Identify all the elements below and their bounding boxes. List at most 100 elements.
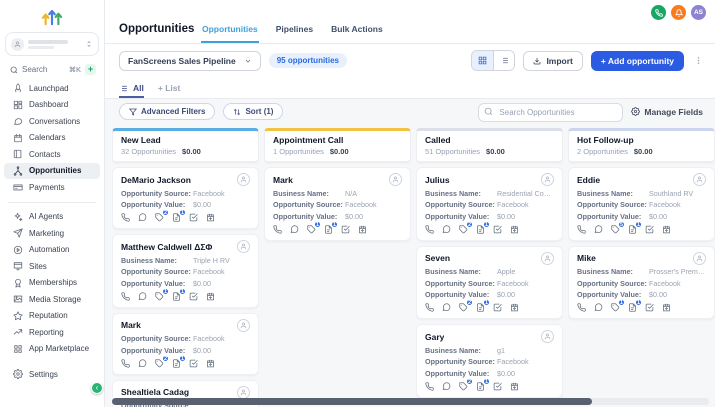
phone-icon[interactable] xyxy=(577,224,586,234)
column-header[interactable]: Called 51 Opportunities $0.00 xyxy=(416,128,563,162)
task-icon[interactable] xyxy=(645,303,654,312)
message-icon[interactable] xyxy=(442,381,451,391)
phone-icon[interactable] xyxy=(121,358,130,368)
phone-icon[interactable] xyxy=(121,213,130,222)
search-opportunities-input[interactable] xyxy=(478,102,624,122)
contact-avatar-icon[interactable] xyxy=(237,318,250,332)
calendar-icon[interactable] xyxy=(206,292,215,301)
sidebar-item-sites[interactable]: Sites xyxy=(4,258,100,275)
pipeline-selector[interactable]: FanScreens Sales Pipeline xyxy=(119,50,261,71)
sidebar-item-dashboard[interactable]: Dashboard xyxy=(4,97,100,114)
contact-avatar-icon[interactable] xyxy=(541,330,554,343)
task-icon[interactable] xyxy=(341,225,350,234)
sidebar-add-button[interactable]: + xyxy=(85,64,96,75)
phone-icon[interactable] xyxy=(273,224,282,234)
opportunity-card-julius[interactable]: Julius Business Name: Residential Counselo… xyxy=(416,167,563,241)
sidebar-item-payments[interactable]: Payments xyxy=(4,179,100,196)
calendar-icon[interactable] xyxy=(510,382,519,391)
sidebar-item-ai-agents[interactable]: AI Agents xyxy=(4,209,100,226)
contact-avatar-icon[interactable] xyxy=(541,173,554,186)
message-icon[interactable] xyxy=(138,213,147,222)
tag-icon[interactable]: 2 xyxy=(155,209,169,222)
note-icon[interactable]: 1 xyxy=(324,220,338,234)
account-switcher[interactable] xyxy=(5,32,99,56)
calendar-icon[interactable] xyxy=(662,225,671,234)
sidebar-item-automation[interactable]: Automation xyxy=(4,242,100,259)
task-icon[interactable] xyxy=(189,359,198,368)
opportunity-card-mike[interactable]: Mike Business Name: Prosser's Premium RV .… xyxy=(568,245,715,319)
note-icon[interactable]: 1 xyxy=(476,377,490,391)
task-icon[interactable] xyxy=(493,303,502,312)
task-icon[interactable] xyxy=(189,213,198,222)
note-icon[interactable]: 1 xyxy=(628,299,642,312)
task-icon[interactable] xyxy=(493,382,502,391)
phone-icon[interactable] xyxy=(425,381,434,391)
contact-avatar-icon[interactable] xyxy=(237,240,250,253)
note-icon[interactable]: 1 xyxy=(172,287,186,301)
sidebar-item-marketing[interactable]: Marketing xyxy=(4,225,100,242)
tab-bulk-actions[interactable]: Bulk Actions xyxy=(330,24,384,43)
opportunity-card-mark[interactable]: Mark Opportunity Source: Facebook Opportuni… xyxy=(112,312,259,375)
calendar-icon[interactable] xyxy=(510,303,519,312)
contact-avatar-icon[interactable] xyxy=(693,173,706,186)
column-header[interactable]: New Lead 32 Opportunities $0.00 xyxy=(112,128,259,162)
calendar-icon[interactable] xyxy=(206,359,215,368)
sidebar-item-memberships[interactable]: Memberships xyxy=(4,275,100,292)
sidebar-item-conversations[interactable]: Conversations xyxy=(4,113,100,130)
message-icon[interactable] xyxy=(290,224,299,234)
message-icon[interactable] xyxy=(138,358,147,368)
calendar-icon[interactable] xyxy=(206,213,215,222)
tag-icon[interactable]: 1 xyxy=(611,299,625,312)
column-header[interactable]: Hot Follow-up 2 Opportunities $0.00 xyxy=(568,128,715,162)
sidebar-item-contacts[interactable]: Contacts xyxy=(4,146,100,163)
notifications-bell-icon[interactable] xyxy=(671,5,686,20)
phone-icon[interactable] xyxy=(577,303,586,312)
note-icon[interactable]: 1 xyxy=(476,299,490,312)
note-icon[interactable]: 1 xyxy=(628,220,642,234)
sidebar-item-reputation[interactable]: Reputation xyxy=(4,308,100,325)
list-view-button[interactable] xyxy=(493,51,515,70)
sidebar-item-launchpad[interactable]: Launchpad xyxy=(4,80,100,97)
grid-view-button[interactable] xyxy=(472,51,494,70)
message-icon[interactable] xyxy=(594,303,603,312)
sidebar-collapse-button[interactable]: ‹ xyxy=(91,382,103,394)
tag-icon[interactable]: 2 xyxy=(459,299,473,312)
sort-button[interactable]: Sort (1) xyxy=(223,103,284,120)
scrollbar-thumb[interactable] xyxy=(112,398,592,405)
sidebar-search[interactable]: Search ⌘K + xyxy=(10,64,96,75)
note-icon[interactable]: 1 xyxy=(172,354,186,368)
opportunity-card-demario-jackson[interactable]: DeMario Jackson Opportunity Source: Facebo… xyxy=(112,167,259,229)
opportunity-card-eddie[interactable]: Eddie Business Name: Southland RV Opportuni… xyxy=(568,167,715,241)
phone-icon[interactable] xyxy=(121,291,130,301)
calendar-icon[interactable] xyxy=(510,225,519,234)
tag-icon[interactable]: 2 xyxy=(459,377,473,391)
sidebar-item-media-storage[interactable]: Media Storage xyxy=(4,291,100,308)
column-header[interactable]: Appointment Call 1 Opportunities $0.00 xyxy=(264,128,411,162)
opportunity-card-mark[interactable]: Mark Business Name: N/A Opportunity Source:… xyxy=(264,167,411,241)
note-icon[interactable]: 1 xyxy=(172,209,186,222)
phone-dialer-icon[interactable] xyxy=(651,5,666,20)
add-opportunity-button[interactable]: + Add opportunity xyxy=(590,50,684,71)
calendar-icon[interactable] xyxy=(358,225,367,234)
tag-icon[interactable]: 1 xyxy=(307,220,321,234)
sidebar-item-opportunities[interactable]: Opportunities xyxy=(4,162,100,179)
tag-icon[interactable]: 1 xyxy=(155,287,169,301)
sidebar-item-reporting[interactable]: Reporting xyxy=(4,324,100,341)
manage-fields-button[interactable]: Manage Fields xyxy=(631,107,703,117)
contact-avatar-icon[interactable] xyxy=(693,251,706,265)
note-icon[interactable]: 1 xyxy=(476,220,490,234)
task-icon[interactable] xyxy=(189,292,198,301)
contact-avatar-icon[interactable] xyxy=(237,385,250,399)
sidebar-item-settings[interactable]: Settings xyxy=(4,366,100,383)
tab-pipelines[interactable]: Pipelines xyxy=(275,24,314,43)
message-icon[interactable] xyxy=(138,291,147,301)
more-options-icon[interactable] xyxy=(692,56,705,65)
opportunity-card-seven[interactable]: Seven Business Name: Apple Opportunity Sour… xyxy=(416,245,563,319)
sidebar-item-calendars[interactable]: Calendars xyxy=(4,130,100,147)
opportunity-card-matthew-caldwell[interactable]: Matthew Caldwell ΔΣΦ Business Name: Triple… xyxy=(112,234,259,308)
opportunity-card-gary[interactable]: Gary Business Name: g1 Opportunity Source: F… xyxy=(416,324,563,398)
phone-icon[interactable] xyxy=(425,224,434,234)
task-icon[interactable] xyxy=(645,225,654,234)
contact-avatar-icon[interactable] xyxy=(237,173,250,186)
message-icon[interactable] xyxy=(442,303,451,312)
